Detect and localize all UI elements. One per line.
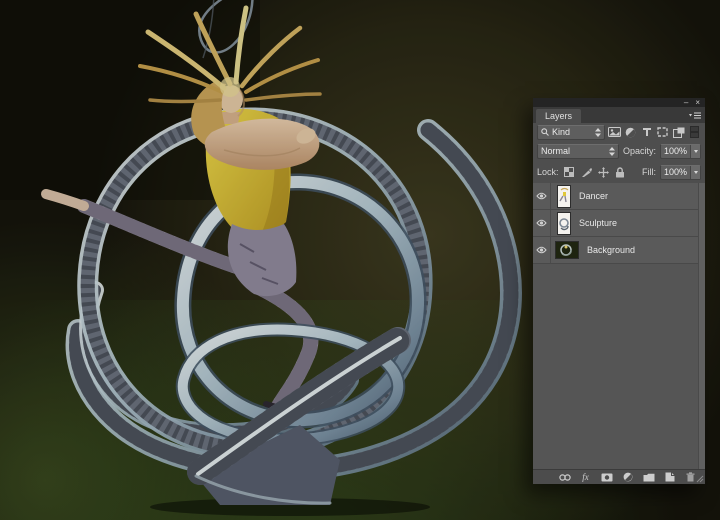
fill-value: 100% [661, 167, 690, 177]
opacity-value: 100% [661, 146, 690, 156]
pixel-layer-filter-icon[interactable] [608, 125, 621, 139]
minimize-button[interactable]: – [684, 99, 688, 107]
eye-icon [536, 192, 547, 200]
tab-layers-label: Layers [545, 111, 572, 121]
blend-mode-dropdown[interactable]: Normal [537, 144, 619, 159]
layer-name: Sculpture [579, 218, 617, 228]
panel-resize-grip[interactable] [696, 475, 704, 483]
lock-image-pixels-icon[interactable] [580, 165, 593, 179]
layers-list: Dancer Sculpture Background [533, 183, 705, 469]
blend-mode-value: Normal [541, 146, 606, 156]
layer-row-background[interactable]: Background [533, 237, 705, 264]
layers-list-scrollbar[interactable] [698, 183, 705, 469]
lock-transparent-pixels-icon[interactable] [563, 165, 576, 179]
layer-row-dancer[interactable]: Dancer [533, 183, 705, 210]
visibility-toggle[interactable] [533, 237, 551, 263]
layer-thumbnail[interactable] [555, 241, 579, 259]
fill-value-box[interactable]: 100% [660, 165, 701, 180]
layers-panel: – × Layers Kind [533, 98, 705, 484]
layer-thumbnail[interactable] [557, 212, 571, 235]
layer-row-sculpture[interactable]: Sculpture [533, 210, 705, 237]
layer-styles-icon[interactable]: fx [579, 470, 592, 484]
opacity-value-box[interactable]: 100% [660, 144, 701, 159]
tab-layers[interactable]: Layers [536, 109, 581, 123]
layer-filter-toggle-icon[interactable] [688, 125, 701, 139]
filter-kind-label: Kind [552, 127, 592, 137]
new-adjustment-layer-icon[interactable] [621, 470, 634, 484]
panel-tab-bar: Layers [533, 107, 705, 123]
layer-name: Background [587, 245, 635, 255]
layer-thumbnail[interactable] [557, 185, 571, 208]
close-button[interactable]: × [695, 99, 700, 107]
new-layer-icon[interactable] [663, 470, 676, 484]
eye-icon [536, 246, 547, 254]
lock-label: Lock: [537, 167, 559, 177]
search-icon [541, 128, 549, 136]
fill-label: Fill: [642, 167, 656, 177]
panel-window-chrome: – × [533, 98, 705, 107]
adjustment-layer-filter-icon[interactable] [624, 125, 637, 139]
lock-row: Lock: Fill: 100% [533, 161, 705, 183]
lock-position-icon[interactable] [597, 165, 610, 179]
eye-icon [536, 219, 547, 227]
opacity-dropdown-arrow-icon[interactable] [690, 145, 700, 158]
opacity-label: Opacity: [623, 146, 656, 156]
link-layers-icon[interactable] [558, 470, 571, 484]
visibility-toggle[interactable] [533, 183, 551, 209]
blend-row: Normal Opacity: 100% [533, 141, 705, 161]
fill-dropdown-arrow-icon[interactable] [690, 166, 700, 179]
shape-layer-filter-icon[interactable] [656, 125, 669, 139]
dropdown-stepper-icon [609, 147, 615, 156]
type-layer-filter-icon[interactable] [640, 125, 653, 139]
panel-menu-icon[interactable] [688, 110, 702, 121]
panel-bottom-bar: fx [533, 469, 705, 484]
layer-name: Dancer [579, 191, 608, 201]
smart-object-filter-icon[interactable] [672, 125, 685, 139]
lock-all-icon[interactable] [614, 165, 627, 179]
visibility-toggle[interactable] [533, 210, 551, 236]
dropdown-stepper-icon [595, 128, 601, 137]
filter-row: Kind [533, 123, 705, 141]
new-group-icon[interactable] [642, 470, 655, 484]
add-layer-mask-icon[interactable] [600, 470, 613, 484]
filter-kind-dropdown[interactable]: Kind [537, 125, 605, 140]
